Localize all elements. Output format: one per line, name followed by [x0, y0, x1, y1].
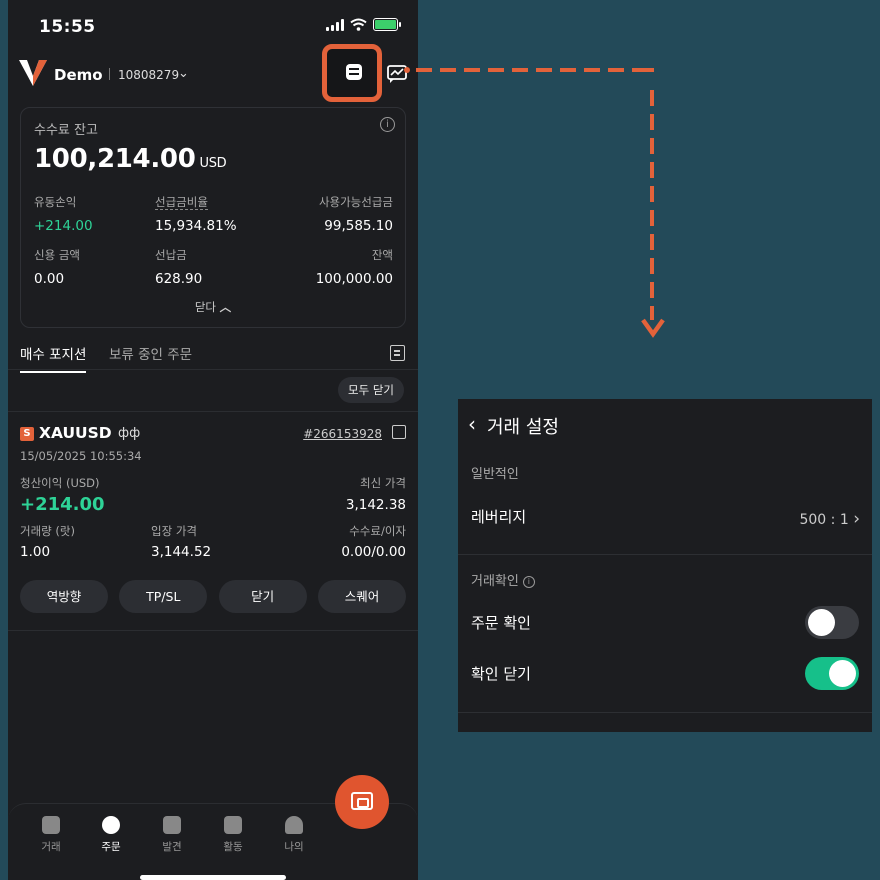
orders-icon	[102, 816, 120, 834]
nav-orders[interactable]: 주문	[91, 816, 131, 854]
floating-pl-stat: 유동손익 +214.00	[34, 195, 93, 234]
nav-discover[interactable]: 발견	[152, 816, 192, 854]
close-confirm-label: 확인 닫기	[471, 665, 531, 683]
activity-flag-icon	[224, 816, 242, 834]
person-icon	[285, 816, 303, 834]
volume: 1.00	[20, 544, 51, 560]
chevron-down-icon[interactable]: ⌄	[178, 66, 189, 81]
account-id[interactable]: 10808279	[118, 68, 179, 82]
close-confirm-toggle[interactable]	[805, 657, 859, 690]
phone-screen: 15:55 Demo 10808279 ⌄ 수수료 잔고 i 100,214.0…	[8, 0, 418, 880]
balance-card: 수수료 잔고 i 100,214.00 USD 유동손익 +214.00 선급금비…	[20, 107, 406, 328]
tab-pending-orders[interactable]: 보류 중인 주문	[109, 343, 192, 363]
position-tabs: 매수 포지션 보류 중인 주문	[8, 340, 418, 373]
history-list-icon[interactable]	[390, 345, 405, 361]
tab-open-positions[interactable]: 매수 포지션	[20, 343, 87, 373]
cellular-signal-icon	[326, 18, 344, 31]
account-header: Demo 10808279 ⌄	[8, 44, 418, 102]
home-indicator	[140, 875, 286, 880]
position-pl: +214.00	[20, 494, 105, 515]
nav-activity[interactable]: 활동	[213, 816, 253, 854]
arrow-head-icon	[641, 318, 665, 338]
info-icon[interactable]: i	[380, 117, 395, 132]
sell-badge: S	[20, 427, 34, 441]
sliders-icon	[346, 64, 362, 80]
chart-icon	[42, 816, 60, 834]
wifi-icon	[350, 18, 367, 31]
order-confirm-label: 주문 확인	[471, 614, 531, 632]
reverse-button[interactable]: 역방향	[20, 580, 108, 613]
square-button[interactable]: 스퀘어	[317, 580, 406, 613]
vantage-logo	[19, 60, 47, 86]
back-chevron-icon[interactable]: ‹	[468, 412, 476, 436]
fee-swap: 0.00/0.00	[341, 544, 406, 560]
confirm-section-label: 거래확인 i	[471, 570, 535, 589]
battery-charging-icon	[373, 18, 401, 31]
leverage-value[interactable]: 500 : 1 ›	[799, 509, 860, 529]
position-actions: 역방향 TP/SL 닫기 스퀘어	[20, 580, 406, 613]
credit-stat: 신용 금액 0.00	[34, 248, 80, 287]
deposit-fab-button[interactable]	[335, 775, 389, 829]
status-time: 15:55	[39, 17, 96, 37]
discover-icon	[163, 816, 181, 834]
entry-price: 3,144.52	[151, 544, 212, 560]
balance-value: 100,214.00 USD	[34, 144, 227, 174]
leverage-label[interactable]: 레버리지	[471, 506, 526, 527]
wallet-icon	[351, 792, 373, 810]
free-margin-stat: 사용가능선급금 99,585.10	[318, 195, 393, 234]
settings-title: 거래 설정	[487, 417, 559, 438]
equity-stat: 잔액 100,000.00	[315, 248, 393, 287]
nav-trade[interactable]: 거래	[31, 816, 71, 854]
nav-profile[interactable]: 나의	[274, 816, 314, 854]
info-icon[interactable]: i	[522, 575, 535, 588]
close-position-button[interactable]: 닫기	[218, 580, 307, 613]
trade-settings-button[interactable]	[322, 44, 382, 102]
open-time: 15/05/2025 10:55:34	[20, 449, 142, 463]
close-all-button[interactable]: 모두 닫기	[338, 377, 404, 403]
margin-stat: 선납금 628.90	[155, 248, 203, 287]
order-id-link[interactable]: #266153928	[303, 427, 382, 441]
symbol-name[interactable]: XAUUSD	[39, 424, 112, 442]
order-confirm-toggle[interactable]	[805, 606, 859, 639]
account-type[interactable]: Demo	[54, 66, 103, 84]
chevron-up-icon: ︿	[219, 300, 232, 314]
latest-price: 3,142.38	[345, 497, 406, 513]
collapse-toggle[interactable]: 닫다 ︿	[21, 299, 405, 315]
general-section-label: 일반적인	[471, 467, 519, 482]
trade-settings-panel: ‹ 거래 설정 일반적인 레버리지 500 : 1 › 거래확인 i 주문 확인 …	[458, 399, 872, 732]
candlestick-icon[interactable]: фф	[118, 426, 140, 441]
balance-label: 수수료 잔고	[34, 123, 98, 138]
margin-ratio-stat: 선급금비율 15,934.81%	[155, 195, 237, 234]
tp-sl-button[interactable]: TP/SL	[119, 580, 208, 613]
share-external-icon[interactable]	[392, 425, 406, 439]
chevron-right-icon: ›	[853, 509, 860, 529]
